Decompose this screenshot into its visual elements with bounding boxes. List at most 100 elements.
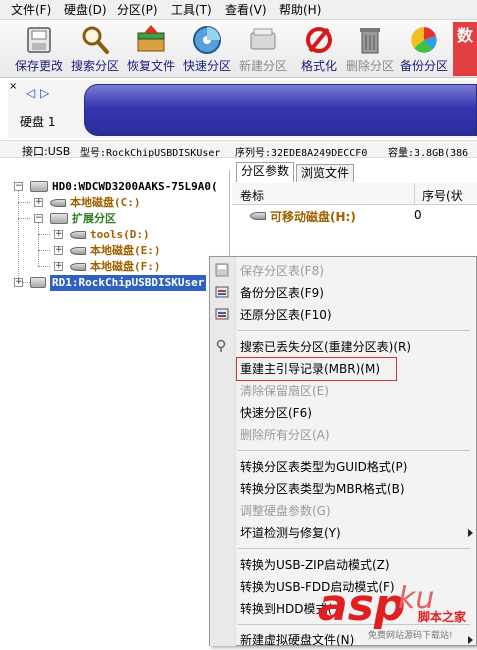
format-icon [306, 27, 332, 53]
quick-partition-label: 快速分区 [182, 59, 231, 73]
menu-quick-partition[interactable]: 快速分区(F6) [240, 403, 312, 423]
tree-node-label: 本地磁盘(F:) [90, 260, 161, 273]
partition-icon [70, 231, 86, 239]
grid-header: 卷标 序号(状态) [232, 183, 477, 220]
menu-convert-to-mbr[interactable]: 转换分区表类型为MBR格式(B) [240, 479, 405, 499]
recover-files-label: 恢复文件 [126, 59, 175, 73]
menu-adjust-disk-params[interactable]: 调整硬盘参数(G) [240, 501, 331, 521]
nav-prev-icon[interactable]: ◁ [26, 86, 35, 100]
backup-partition-label: 备份分区 [399, 59, 448, 73]
expander-icon[interactable]: + [34, 198, 43, 207]
expander-icon[interactable]: − [14, 182, 23, 191]
disk-info-line: 接口:USB 型号:RockChipUSBDISKUser 序列号:32EDE8… [0, 140, 477, 158]
menu-backup-partition-table[interactable]: 备份分区表(F9) [240, 283, 324, 303]
submenu-arrow-icon [468, 636, 473, 644]
toolbar: 保存更改 搜索分区 恢复文件 快速分区 新建分区 格式化 删除分区 备份分区 数 [0, 20, 477, 78]
menu-clear-reserved-sectors[interactable]: 清除保留扇区(E) [240, 381, 329, 401]
capacity-text: 容量:3.8GB(386 [388, 148, 469, 158]
new-partition-label: 新建分区 [238, 59, 287, 73]
tab-partition-params[interactable]: 分区参数 [236, 162, 295, 182]
menu-bar: 文件(F) 硬盘(D) 分区(P) 工具(T) 查看(V) 帮助(H) [0, 0, 477, 20]
menu-separator [238, 450, 470, 451]
watermark-cn-text: 脚本之家 [418, 610, 467, 624]
save-disk-icon [27, 27, 51, 53]
backup-pie-icon [411, 27, 437, 53]
hard-disk-icon [30, 181, 48, 192]
recover-files-button[interactable]: 恢复文件 [123, 23, 179, 77]
new-partition-icon [250, 28, 276, 50]
menu-usb-zip-mode[interactable]: 转换为USB-ZIP启动模式(Z) [240, 555, 390, 575]
mbr-highlight-box [236, 357, 397, 381]
watermark-tagline: 免费网站源码下载站! [368, 631, 453, 641]
backup-partition-button[interactable]: 备份分区 [396, 23, 452, 77]
search-partition-button[interactable]: 搜索分区 [67, 23, 123, 77]
menu-save-partition-table[interactable]: 保存分区表(F8) [240, 261, 324, 281]
row-index: 0 [414, 208, 422, 222]
disk-partition-bar[interactable] [84, 84, 477, 136]
menu-search-lost-partitions[interactable]: 搜索已丢失分区(重建分区表)(R) [240, 337, 411, 357]
tree-node-label: 本地磁盘(C:) [70, 196, 141, 209]
save-changes-button[interactable]: 保存更改 [11, 23, 67, 77]
partition-icon [70, 247, 86, 255]
new-partition-button[interactable]: 新建分区 [235, 23, 291, 77]
tree-node-label: 本地磁盘(E:) [90, 244, 161, 257]
quick-partition-icon [193, 26, 221, 54]
search-lost-icon [216, 339, 226, 352]
menu-bad-sector-check[interactable]: 坏道检测与修复(Y) [240, 523, 341, 543]
menu-help[interactable]: 帮助(H) [279, 3, 321, 17]
format-button[interactable]: 格式化 [291, 23, 347, 77]
menu-file[interactable]: 文件(F) [11, 3, 51, 17]
partition-icon [70, 263, 86, 271]
expander-icon[interactable]: + [14, 278, 23, 287]
extended-partition-icon [50, 213, 68, 224]
disk-label: 硬盘 1 [20, 115, 56, 129]
delete-partition-button[interactable]: 删除分区 [342, 23, 398, 77]
recover-file-icon [137, 25, 165, 52]
model-text: 型号:RockChipUSBDISKUser [80, 148, 221, 158]
expander-icon[interactable]: + [54, 262, 63, 271]
partition-icon [50, 199, 66, 207]
tree-node-label: 扩展分区 [72, 212, 116, 225]
menu-separator [238, 548, 470, 549]
tree-node-label: HD0:WDCWD3200AAKS-75L9A0( [52, 180, 218, 193]
expander-icon[interactable]: + [54, 230, 63, 239]
watermark-logo: asp [318, 580, 406, 631]
trash-icon [360, 28, 380, 54]
menu-tools[interactable]: 工具(T) [171, 3, 212, 17]
format-label: 格式化 [300, 59, 337, 73]
tree-node-hd0[interactable]: − HD0:WDCWD3200AAKS-75L9A0( [14, 179, 230, 195]
quick-partition-button[interactable]: 快速分区 [179, 23, 235, 77]
expander-icon[interactable]: + [54, 246, 63, 255]
submenu-arrow-icon [468, 529, 473, 537]
save-table-icon [215, 263, 229, 277]
menu-convert-to-guid[interactable]: 转换分区表类型为GUID格式(P) [240, 457, 407, 477]
column-divider [414, 183, 415, 205]
restore-table-icon [215, 308, 229, 320]
usb-disk-icon [30, 277, 46, 288]
table-row[interactable]: 可移动磁盘(H:) 0 [232, 206, 477, 226]
tab-browse-files[interactable]: 浏览文件 [296, 164, 355, 182]
interface-text: 接口:USB [22, 145, 71, 158]
menu-delete-all-partitions[interactable]: 删除所有分区(A) [240, 425, 330, 445]
column-header-volume-label[interactable]: 卷标 [240, 187, 264, 204]
menu-new-virtual-disk[interactable]: 新建虚拟硬盘文件(N) [240, 630, 354, 650]
search-partition-label: 搜索分区 [70, 59, 119, 73]
partition-icon [250, 212, 266, 220]
menu-view[interactable]: 查看(V) [225, 3, 267, 17]
delete-partition-label: 删除分区 [345, 59, 394, 73]
nav-next-icon[interactable]: ▷ [40, 86, 49, 100]
menu-partition[interactable]: 分区(P) [117, 3, 158, 17]
tree-node-label: tools(D:) [90, 228, 150, 241]
menu-restore-partition-table[interactable]: 还原分区表(F10) [240, 305, 332, 325]
tree-node-label: RD1:RockChipUSBDISKUser [50, 275, 207, 291]
expander-icon[interactable]: − [34, 214, 43, 223]
row-volume-name: 可移动磁盘(H:) [270, 210, 356, 224]
magnifier-icon [82, 26, 109, 54]
data-recovery-promo-button[interactable]: 数 [453, 22, 477, 76]
menu-disk[interactable]: 硬盘(D) [64, 3, 107, 17]
menu-separator [238, 330, 470, 331]
backup-table-icon [215, 286, 229, 298]
serial-text: 序列号:32EDE8A249DECCF0 [235, 148, 368, 158]
close-icon[interactable]: × [9, 81, 17, 92]
save-changes-label: 保存更改 [14, 59, 63, 73]
